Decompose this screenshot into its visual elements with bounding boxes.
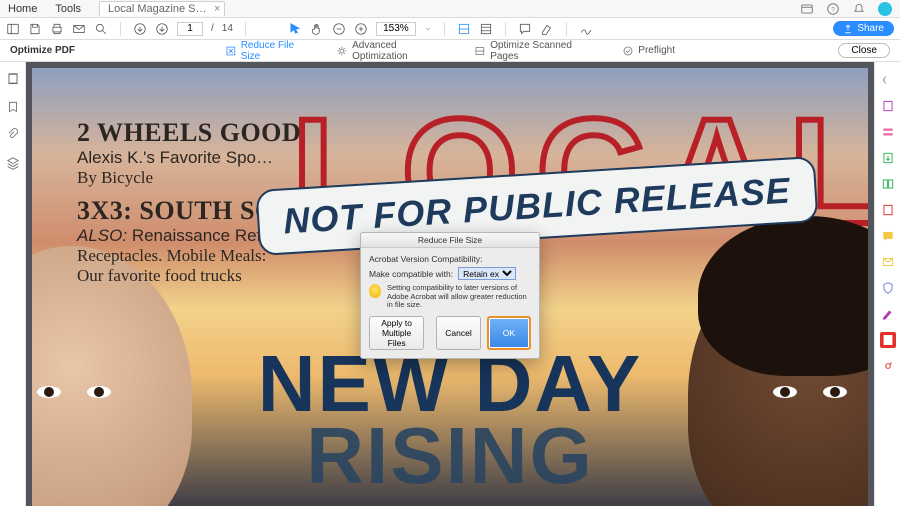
cancel-button[interactable]: Cancel	[436, 316, 480, 350]
share-label: Share	[857, 23, 884, 34]
comment-tool-icon[interactable]	[880, 202, 896, 218]
export-pdf-icon[interactable]	[880, 150, 896, 166]
right-rail	[874, 62, 900, 506]
workspace-icon[interactable]	[800, 2, 814, 16]
sidebar-toggle-icon[interactable]	[6, 22, 20, 36]
dialog-title: Reduce File Size	[361, 233, 539, 248]
page-number-input[interactable]	[177, 22, 203, 36]
menu-tools[interactable]: Tools	[55, 3, 81, 15]
print-icon[interactable]	[50, 22, 64, 36]
document-tab[interactable]: Local Magazine S… ×	[99, 1, 225, 16]
attachments-icon[interactable]	[6, 128, 20, 142]
mail-icon[interactable]	[72, 22, 86, 36]
scan-icon	[474, 45, 486, 57]
zoom-out-icon[interactable]	[332, 22, 346, 36]
close-panel-button[interactable]: Close	[838, 43, 890, 58]
dialog-tip: Setting compatibility to later versions …	[369, 284, 531, 310]
preflight-label: Preflight	[638, 45, 675, 56]
advanced-label: Advanced Optimization	[352, 40, 452, 62]
mag-headline-1: 2 WHEELS GOOD	[77, 118, 301, 148]
more-tools-icon[interactable]	[880, 358, 896, 374]
mag-sub-1: Alexis K.'s Favorite Spo…	[77, 148, 273, 168]
layers-icon[interactable]	[6, 156, 20, 170]
redact-icon[interactable]	[880, 306, 896, 322]
optimize-panel-label: Optimize PDF	[10, 45, 75, 56]
bell-icon[interactable]	[852, 2, 866, 16]
zoom-input[interactable]	[376, 22, 416, 36]
menu-home[interactable]: Home	[8, 3, 37, 15]
create-pdf-icon[interactable]	[880, 98, 896, 114]
thumbnails-icon[interactable]	[6, 72, 20, 86]
mag-sub-4: Receptacles. Mobile Meals:	[77, 246, 266, 266]
optimize-scanned-tool[interactable]: Optimize Scanned Pages	[474, 40, 600, 62]
fit-page-icon[interactable]	[479, 22, 493, 36]
left-rail	[0, 62, 26, 506]
page-nav: / 14	[133, 22, 233, 36]
organize-icon[interactable]	[880, 176, 896, 192]
sign-icon[interactable]	[579, 22, 593, 36]
optimize-toolbar: Optimize PDF Reduce File Size Advanced O…	[0, 40, 900, 62]
page-total: 14	[222, 23, 233, 34]
main-toolbar: / 14 Share	[0, 18, 900, 40]
make-compat-label: Make compatible with:	[369, 269, 453, 279]
menubar: Home Tools Local Magazine S… × ?	[0, 0, 900, 18]
triangle-icon[interactable]	[880, 72, 896, 88]
tip-text: Setting compatibility to later versions …	[387, 284, 531, 310]
reduce-file-size-dialog: Reduce File Size Acrobat Version Compati…	[360, 232, 540, 359]
mag-sub-5: Our favorite food trucks	[77, 266, 242, 286]
reduce-file-size-tool[interactable]: Reduce File Size	[225, 40, 314, 62]
pointer-icon[interactable]	[288, 22, 302, 36]
cover-title-line2: RISING	[32, 420, 868, 492]
advanced-optimization-tool[interactable]: Advanced Optimization	[336, 40, 452, 62]
gear-icon	[336, 45, 348, 57]
document-canvas[interactable]: LOCAL 2 WHEELS GOOD Alexis K.'s Favorite…	[26, 62, 874, 506]
mag-headline-2: 3X3: SOUTH SQ	[77, 196, 276, 226]
apply-multiple-button[interactable]: Apply to Multiple Files	[369, 316, 424, 350]
compat-select[interactable]: Retain existing	[458, 267, 516, 280]
reduce-icon	[225, 45, 237, 57]
help-icon[interactable]: ?	[826, 2, 840, 16]
highlight-icon[interactable]	[540, 22, 554, 36]
edit-pdf-icon[interactable]	[880, 124, 896, 140]
protect-icon[interactable]	[880, 280, 896, 296]
pdf-page: LOCAL 2 WHEELS GOOD Alexis K.'s Favorite…	[32, 68, 868, 506]
zoom-dropdown-icon[interactable]	[424, 22, 432, 36]
user-avatar[interactable]	[878, 2, 892, 16]
ok-button[interactable]: OK	[487, 316, 531, 350]
share-button[interactable]: Share	[833, 21, 894, 36]
close-tab-icon[interactable]: ×	[214, 3, 220, 15]
scanned-label: Optimize Scanned Pages	[490, 40, 600, 62]
page-sep: /	[211, 23, 214, 34]
comment-icon[interactable]	[518, 22, 532, 36]
bookmarks-icon[interactable]	[6, 100, 20, 114]
search-icon[interactable]	[94, 22, 108, 36]
lightbulb-icon	[369, 284, 381, 298]
fit-width-icon[interactable]	[457, 22, 471, 36]
share-icon	[843, 24, 853, 34]
document-tab-title: Local Magazine S…	[108, 3, 206, 15]
prev-page-icon[interactable]	[133, 22, 147, 36]
reduce-label: Reduce File Size	[241, 40, 315, 62]
send-comments-icon[interactable]	[880, 254, 896, 270]
svg-text:?: ?	[831, 6, 835, 13]
zoom-in-icon[interactable]	[354, 22, 368, 36]
save-icon[interactable]	[28, 22, 42, 36]
workarea: LOCAL 2 WHEELS GOOD Alexis K.'s Favorite…	[0, 62, 900, 506]
mag-sub-2: By Bicycle	[77, 168, 153, 188]
preflight-icon	[622, 45, 634, 57]
compat-label: Acrobat Version Compatibility:	[369, 254, 531, 264]
optimize-tool-icon[interactable]	[880, 332, 896, 348]
preflight-tool[interactable]: Preflight	[622, 40, 675, 62]
fill-sign-icon[interactable]	[880, 228, 896, 244]
cover-title: NEW DAY RISING	[32, 348, 868, 492]
next-page-icon[interactable]	[155, 22, 169, 36]
hand-icon[interactable]	[310, 22, 324, 36]
